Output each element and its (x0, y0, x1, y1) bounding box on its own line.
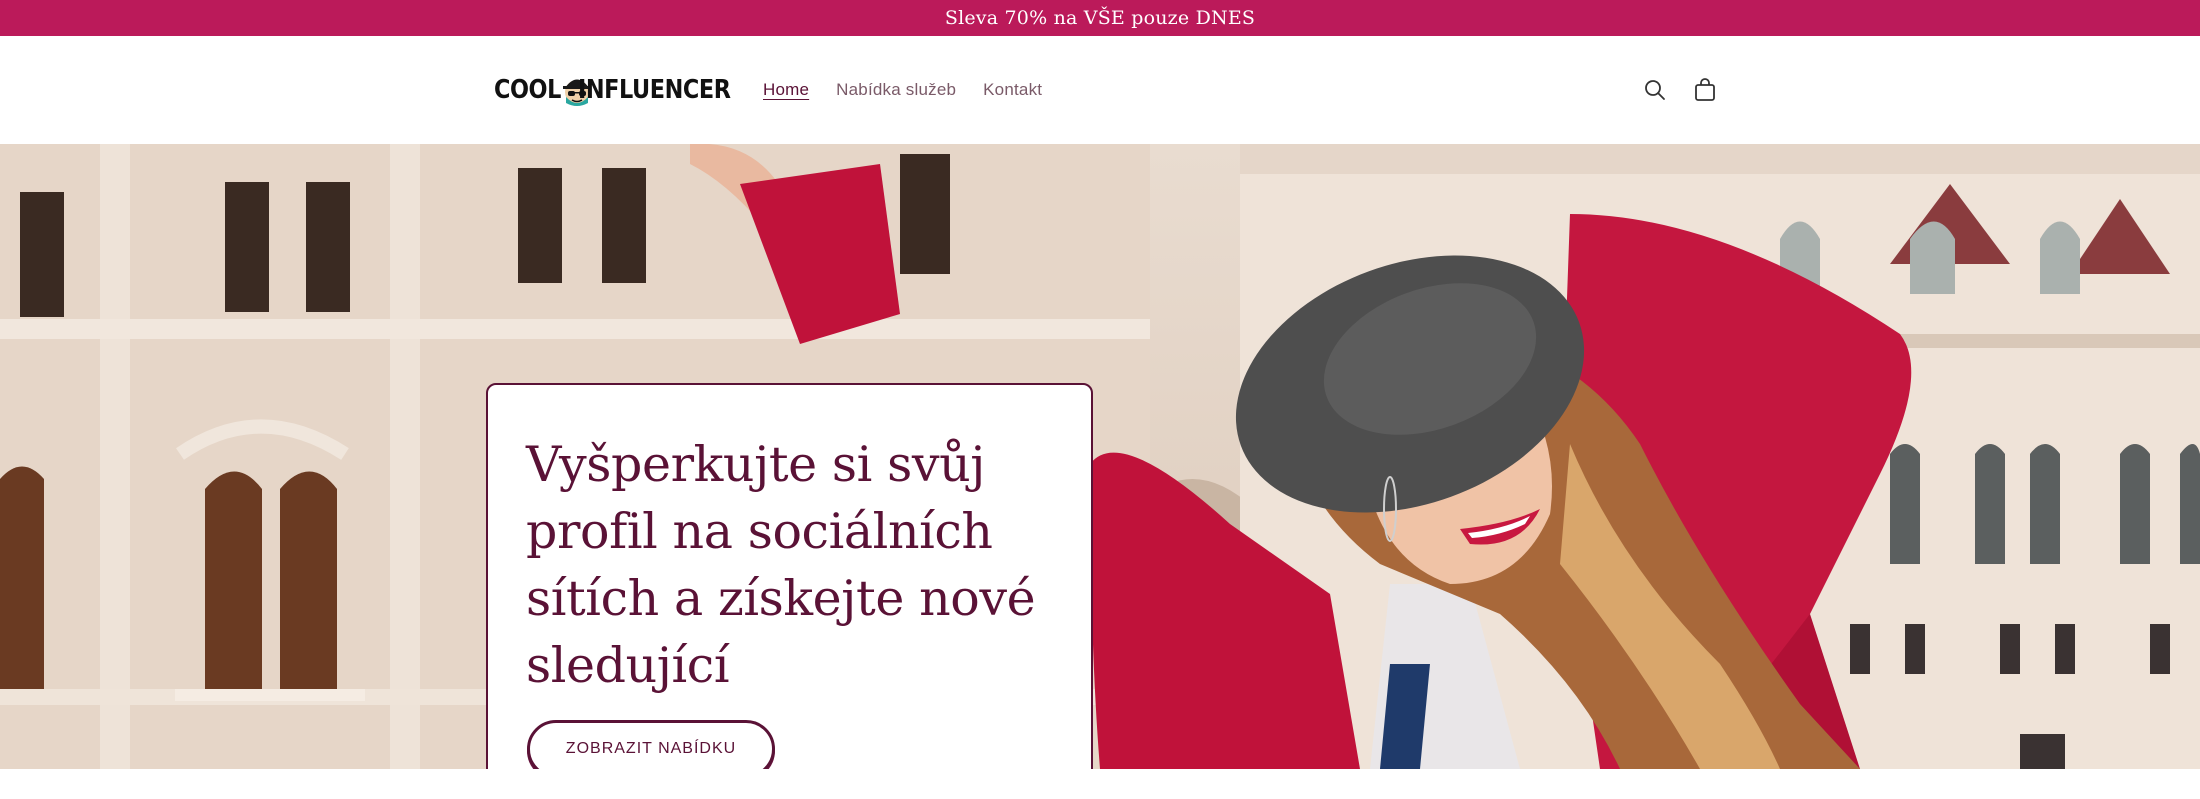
hero-background-image (0, 144, 2200, 769)
main-nav: Home Nabídka služeb Kontakt (763, 80, 1069, 100)
logo-text-cool: COOL (494, 75, 561, 105)
cart-button[interactable] (1691, 76, 1719, 104)
nav-link-contact[interactable]: Kontakt (983, 80, 1042, 100)
search-icon (1645, 80, 1665, 100)
hero-card: Vyšperkujte si svůj profil na sociálních… (486, 383, 1093, 769)
cart-icon (1695, 78, 1715, 101)
header-actions (1641, 76, 1719, 104)
site-header: COOL INFLUENCER Home Nabídka služeb Kont… (0, 36, 2200, 144)
logo-text-influencer: INFLUENCER (577, 75, 731, 105)
search-button[interactable] (1641, 76, 1669, 104)
nav-link-services[interactable]: Nabídka služeb (836, 80, 956, 100)
announcement-text: Sleva 70% na VŠE pouze DNES (944, 7, 1256, 29)
site-logo[interactable]: COOL INFLUENCER (494, 73, 755, 107)
announcement-bar: Sleva 70% na VŠE pouze DNES (0, 0, 2200, 36)
hero-title: Vyšperkujte si svůj profil na sociálních… (526, 436, 1036, 694)
nav-link-home[interactable]: Home (763, 80, 809, 100)
show-offer-button[interactable]: ZOBRAZIT NABÍDKU (527, 720, 775, 769)
hero-banner: Vyšperkujte si svůj profil na sociálních… (0, 144, 2200, 769)
